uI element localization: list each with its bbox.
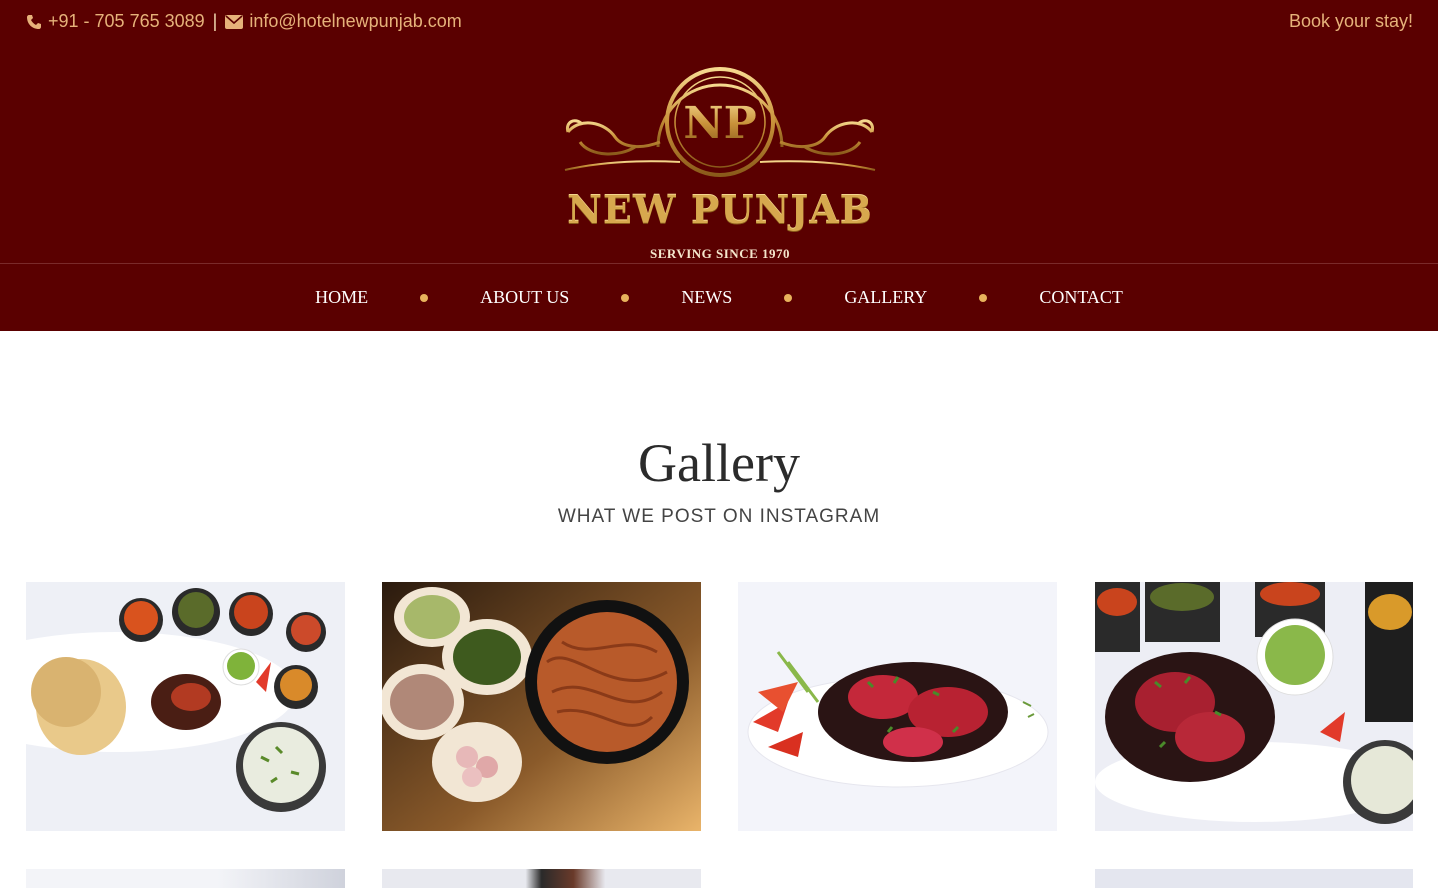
site-header: NP NEW PUNJAB SERVING SINCE 1970 [0,42,1438,263]
gallery-subtitle: WHAT WE POST ON INSTAGRAM [557,506,881,527]
nav-contact[interactable]: CONTACT [1039,287,1123,308]
contact-separator: | [212,10,218,31]
logo-name: NEW PUNJAB [567,187,873,232]
envelope-icon [225,11,244,32]
food-platter-rotis-image [26,582,345,831]
logo-monogram-text: NP [683,98,756,149]
nav-dot-icon [621,293,630,302]
gallery-image-1[interactable] [26,582,345,831]
gallery-image-8[interactable] [1095,869,1413,888]
top-contact-bar: +91 - 705 765 3089 | info@hotelnewpunjab… [0,0,1438,42]
book-stay-link[interactable]: Book your stay! [1289,11,1413,32]
phone-icon [26,11,42,32]
phone-link[interactable]: +91 - 705 765 3089 [48,11,205,32]
gallery-image-2[interactable] [382,582,701,831]
nav-about-us[interactable]: ABOUT US [480,287,569,308]
grilled-chicken-plate-image [738,582,1057,831]
noodles-bowls-image [382,582,701,831]
tandoori-chicken-chutney-image [1095,582,1413,831]
main-nav: HOME ABOUT US NEWS GALLERY CONTACT [0,263,1438,331]
nav-dot-icon [784,293,793,302]
gallery-image-5[interactable] [26,869,345,888]
site-logo[interactable]: NP NEW PUNJAB SERVING SINCE 1970 [560,62,880,261]
email-link[interactable]: info@hotelnewpunjab.com [249,11,461,32]
nav-gallery[interactable]: GALLERY [844,287,927,308]
nav-dot-icon [420,293,429,302]
nav-home[interactable]: HOME [315,287,368,308]
nav-dot-icon [979,293,988,302]
nav-news[interactable]: NEWS [681,287,732,308]
gallery-image-6[interactable] [382,869,701,888]
gallery-title: Gallery [638,433,800,493]
gallery-image-4[interactable] [1095,582,1413,831]
gallery-image-3[interactable] [738,582,1057,831]
contact-info: +91 - 705 765 3089 | info@hotelnewpunjab… [26,11,462,32]
logo-tagline: SERVING SINCE 1970 [649,246,790,261]
